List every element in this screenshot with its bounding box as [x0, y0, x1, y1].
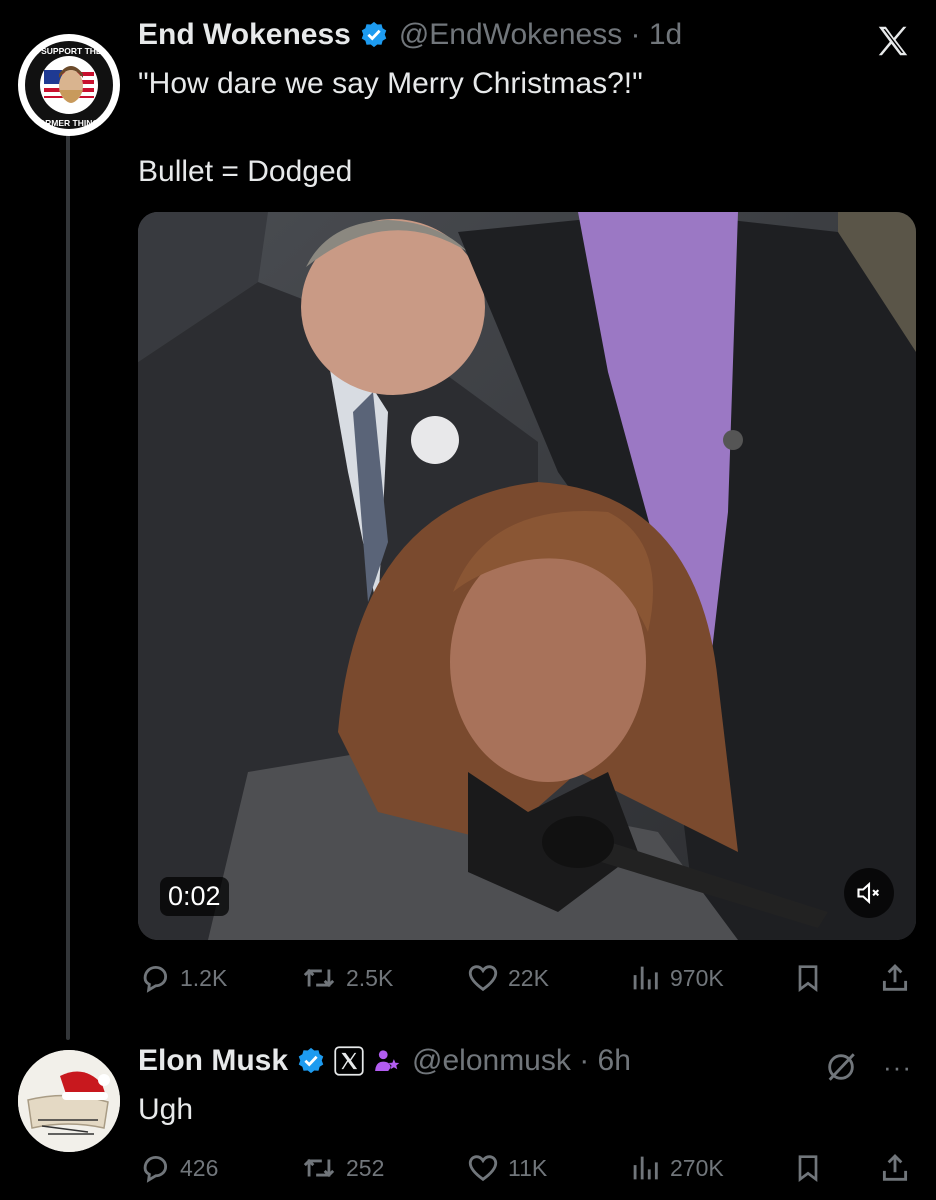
reply-count: 1.2K [180, 964, 228, 991]
display-name[interactable]: End Wokeness [138, 18, 351, 52]
repost-button[interactable]: 2.5K [300, 961, 393, 995]
verified-badge-icon [296, 1046, 326, 1076]
video-frame [138, 212, 916, 940]
video-timestamp: 0:02 [160, 877, 229, 916]
purple-people-badge-icon [372, 1046, 402, 1076]
heart-icon [468, 965, 498, 992]
share-button[interactable] [878, 1151, 912, 1185]
share-icon [882, 963, 908, 991]
views-button[interactable]: 270K [628, 1151, 724, 1185]
share-button[interactable] [878, 961, 912, 995]
like-count: 11K [508, 1154, 548, 1181]
mute-button[interactable] [844, 868, 894, 918]
grok-icon[interactable] [824, 1050, 858, 1089]
avatar[interactable]: I SUPPORT THE FORMER THINGS [18, 34, 120, 136]
post-action-bar: 1.2K 2.5K 22K 970K [138, 958, 918, 998]
repost-count: 2.5K [346, 964, 394, 991]
bookmark-icon [798, 1155, 818, 1182]
reply-button[interactable]: 426 [138, 1151, 218, 1185]
speaker-muted-icon [857, 881, 880, 905]
like-button[interactable]: 11K [466, 1151, 547, 1185]
views-chart-icon [633, 1156, 658, 1180]
x-affiliation-badge-icon [334, 1046, 364, 1076]
bookmark-button[interactable] [792, 961, 824, 995]
thread-line [66, 132, 70, 1040]
views-chart-icon [633, 966, 658, 990]
bookmark-button[interactable] [792, 1151, 824, 1185]
views-button[interactable]: 970K [628, 961, 724, 995]
handle-and-time[interactable]: @elonmusk · 6h [412, 1044, 631, 1078]
repost-icon [303, 968, 335, 988]
view-count: 270K [670, 1154, 724, 1181]
display-name[interactable]: Elon Musk [138, 1044, 288, 1078]
bookmark-icon [798, 965, 818, 992]
reply-button[interactable]: 1.2K [138, 961, 227, 995]
verified-badge-icon [359, 20, 389, 50]
more-options-button[interactable]: ··· [883, 1052, 912, 1083]
tweet-text: "How dare we say Merry Christmas?!" Bull… [138, 67, 643, 188]
avatar[interactable] [18, 1050, 120, 1152]
reply-text: Ugh [138, 1093, 194, 1126]
repost-button[interactable]: 252 [300, 1151, 384, 1185]
reply-icon [143, 965, 168, 993]
like-count: 22K [508, 964, 549, 991]
heart-icon [468, 1155, 498, 1182]
reply-header: Elon Musk @elonmusk · 6h [138, 1044, 631, 1078]
repost-count: 252 [346, 1154, 385, 1181]
handle-and-time[interactable]: @EndWokeness · 1d [399, 18, 682, 52]
reply-icon [143, 1155, 168, 1183]
like-button[interactable]: 22K [466, 961, 549, 995]
reply-action-bar: 426 252 11K 270K [138, 1148, 918, 1188]
avatar-badge-top-text: I SUPPORT THE [36, 46, 102, 56]
avatar-badge-bottom-text: FORMER THINGS [33, 118, 105, 128]
post-header: End Wokeness @EndWokeness · 1d [138, 18, 682, 52]
share-icon [882, 1153, 908, 1181]
view-count: 970K [670, 964, 724, 991]
reply-count: 426 [180, 1154, 219, 1181]
x-logo-icon[interactable] [874, 22, 912, 65]
repost-icon [303, 1158, 335, 1178]
video-player[interactable]: 0:02 [138, 212, 916, 940]
